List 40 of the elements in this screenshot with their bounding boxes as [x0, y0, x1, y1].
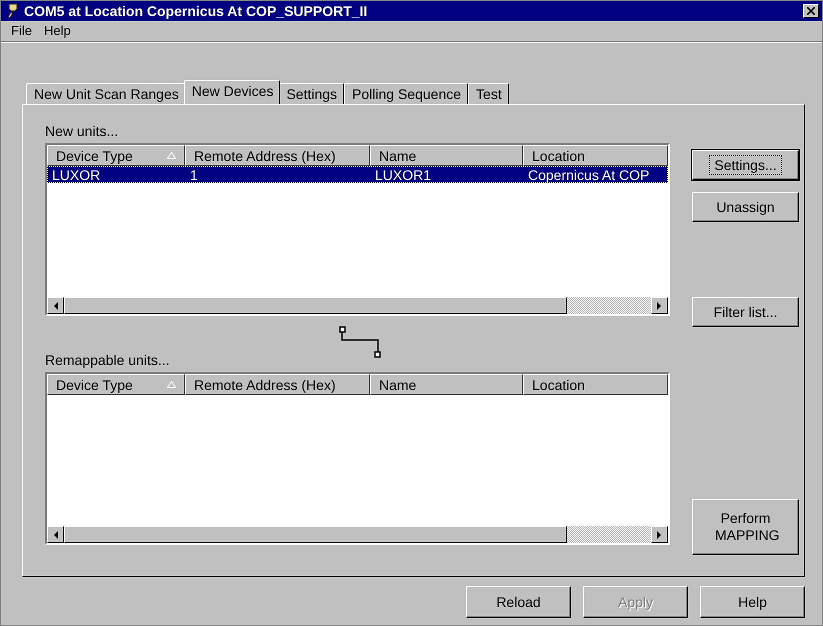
- table-cell-text: Copernicus At COP: [527, 166, 650, 182]
- column-header[interactable]: Device Type: [47, 145, 185, 166]
- list-label: Remappable units...: [45, 352, 171, 370]
- list-label: New units...: [45, 123, 120, 141]
- connector-icon: [339, 326, 381, 358]
- menu-item[interactable]: File: [11, 22, 32, 40]
- button[interactable]: Reload: [466, 586, 571, 618]
- button[interactable]: Settings...: [692, 150, 799, 180]
- table-cell-text: LUXOR: [51, 166, 102, 182]
- table-row[interactable]: LUXOR 1 LUXOR1 Copernicus At COP: [47, 166, 668, 183]
- tab[interactable]: Settings: [278, 83, 344, 104]
- column-header[interactable]: Remote Address (Hex): [185, 145, 370, 166]
- scrollbar[interactable]: [47, 526, 668, 543]
- close-button[interactable]: [803, 4, 819, 18]
- column-header[interactable]: Remote Address (Hex): [185, 374, 370, 395]
- left-arrow-icon: [53, 302, 58, 310]
- tab[interactable]: New Devices: [184, 80, 280, 104]
- right-arrow-icon: [657, 302, 662, 310]
- scroll-thumb[interactable]: [64, 526, 567, 543]
- left-arrow-icon: [53, 530, 58, 538]
- button[interactable]: Unassign: [692, 192, 799, 222]
- scrollbar[interactable]: [47, 297, 668, 314]
- column-header[interactable]: Name: [370, 145, 523, 166]
- close-icon: [807, 7, 815, 15]
- column-header[interactable]: Location: [523, 145, 668, 166]
- tab[interactable]: Polling Sequence: [344, 83, 468, 104]
- column-header[interactable]: Device Type: [47, 374, 185, 395]
- tab[interactable]: New Unit Scan Ranges: [26, 83, 186, 104]
- right-arrow-icon: [657, 530, 662, 538]
- column-header[interactable]: Location: [523, 374, 668, 395]
- button[interactable]: Filter list...: [692, 297, 799, 327]
- button[interactable]: Help: [700, 586, 805, 618]
- window-title: COM5 at Location Copernicus At COP_SUPPORT_II: [24, 3, 368, 19]
- column-header[interactable]: Name: [370, 374, 523, 395]
- scroll-thumb[interactable]: [64, 297, 567, 314]
- menu-item[interactable]: Help: [44, 22, 71, 40]
- button[interactable]: Perform MAPPING: [692, 499, 799, 555]
- table-cell-text: LUXOR1: [374, 166, 432, 182]
- table-cell-text: 1: [189, 166, 199, 182]
- tab[interactable]: Test: [468, 83, 509, 104]
